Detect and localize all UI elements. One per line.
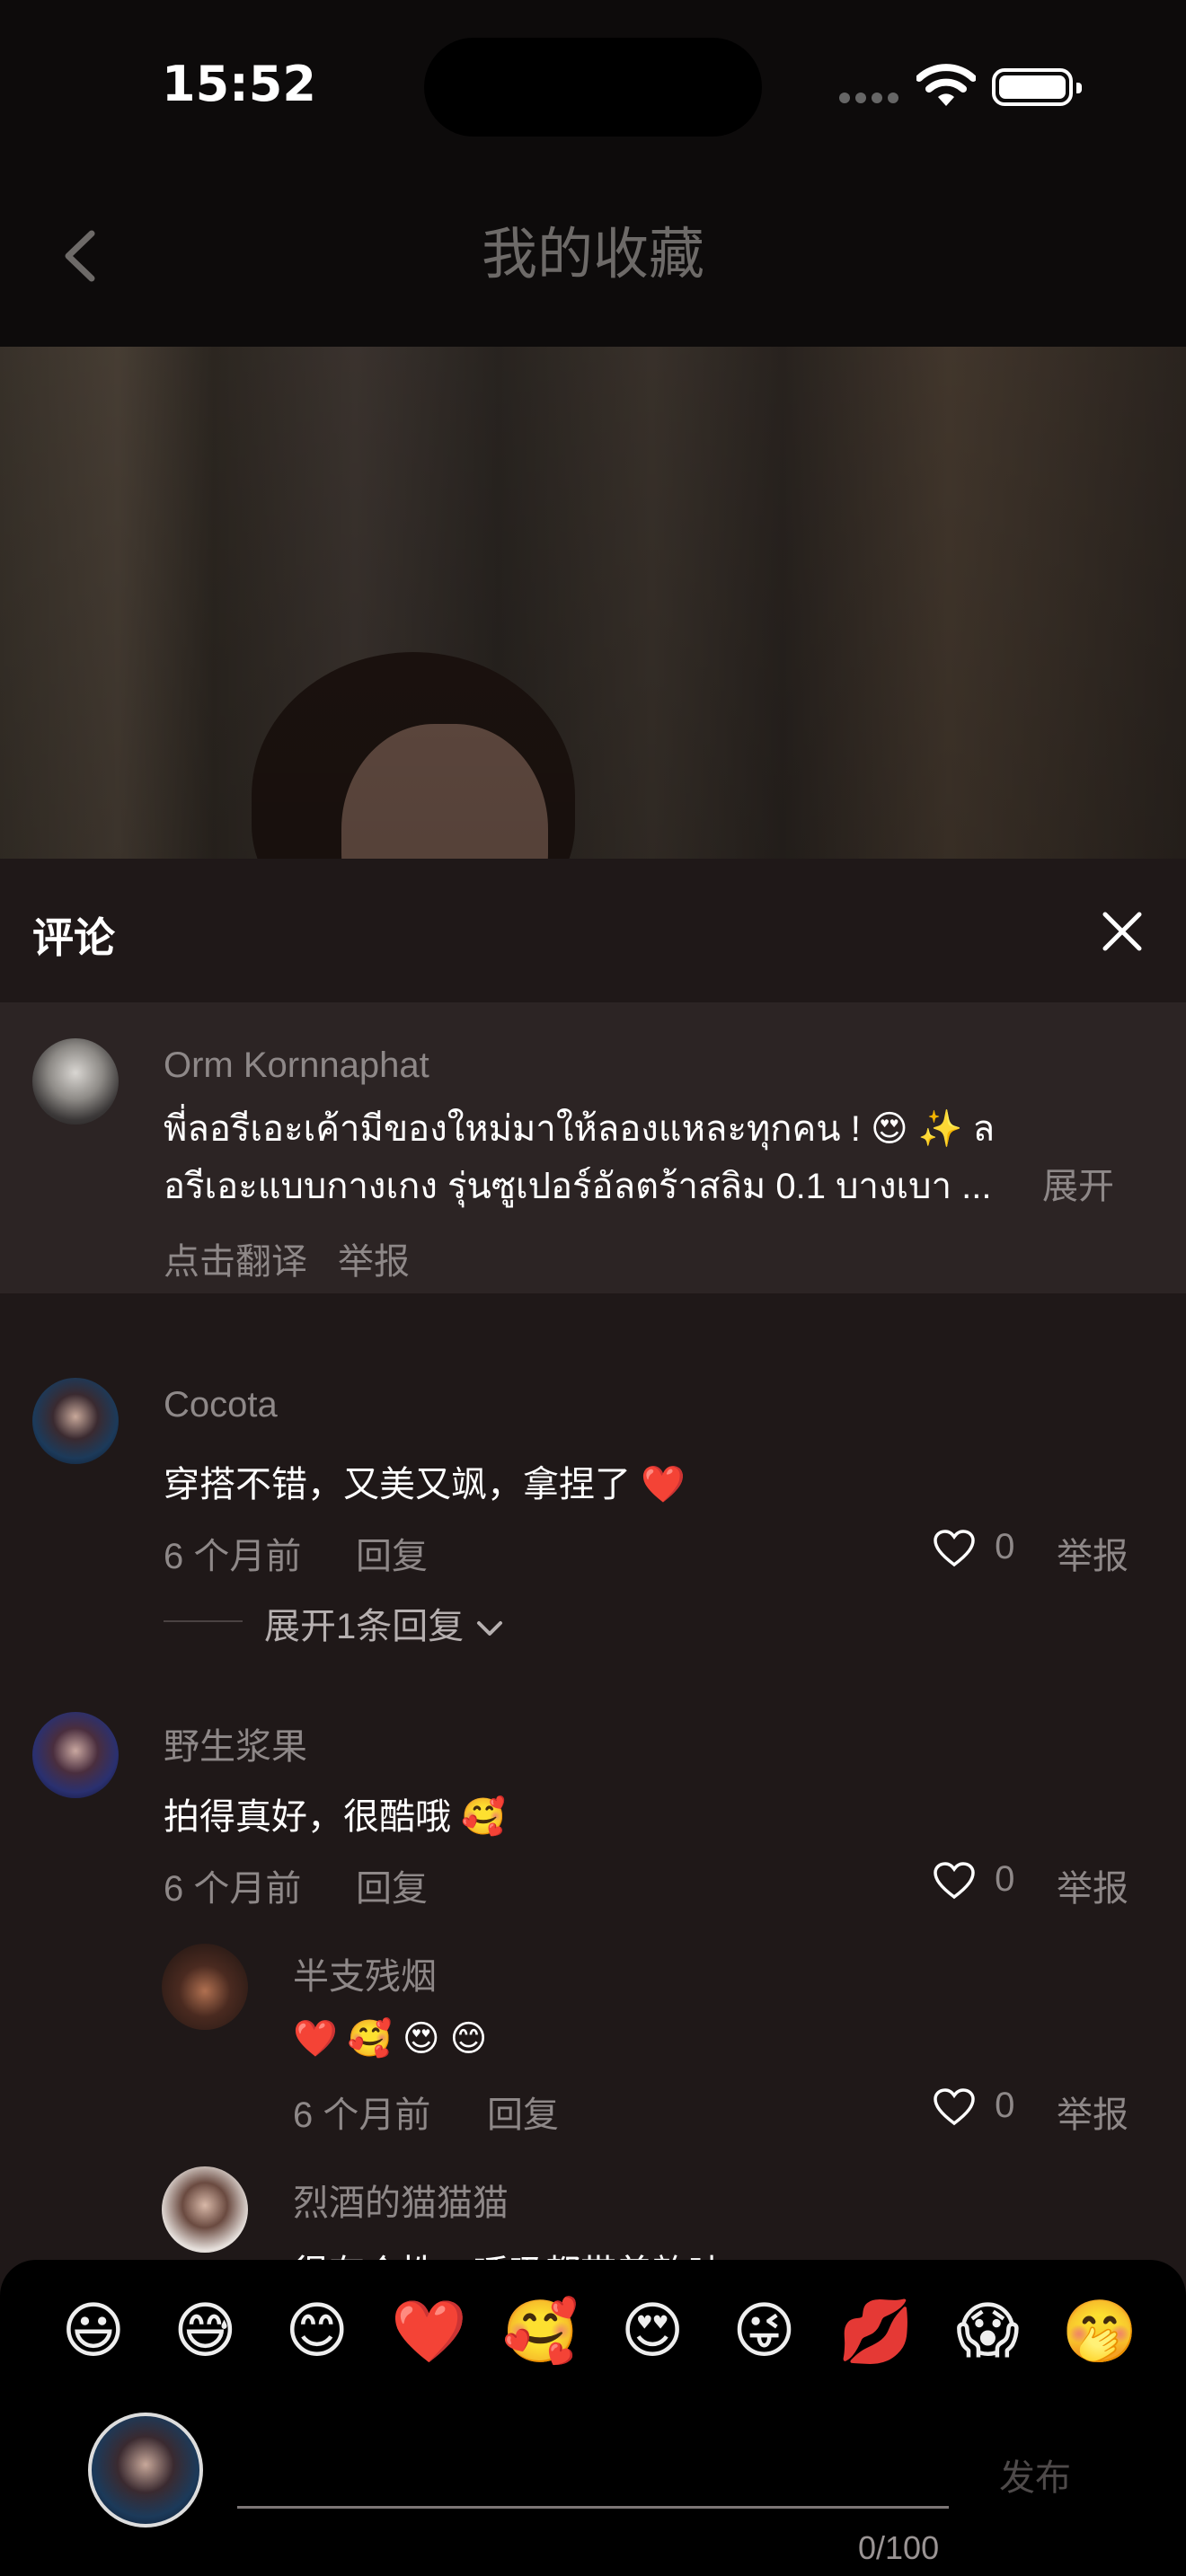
avatar[interactable] bbox=[32, 1378, 119, 1464]
emoji-button[interactable]: 🥰 bbox=[496, 2296, 586, 2368]
send-button[interactable]: 发布 bbox=[999, 2448, 1071, 2501]
emoji-button[interactable]: 😅 bbox=[160, 2296, 250, 2368]
like-count: 0 bbox=[995, 1527, 1015, 1566]
comment-author[interactable]: Cocota bbox=[164, 1385, 278, 1425]
report-button[interactable]: 举报 bbox=[1057, 2086, 1128, 2138]
battery-icon bbox=[992, 68, 1082, 106]
emoji-button[interactable]: 😍 bbox=[607, 2296, 697, 2368]
emoji-button[interactable]: 💋 bbox=[831, 2296, 921, 2368]
like-button[interactable]: 0 bbox=[933, 2086, 1014, 2127]
dynamic-island bbox=[424, 38, 762, 137]
avatar[interactable] bbox=[162, 2166, 248, 2253]
reply-button[interactable]: 回复 bbox=[356, 1527, 428, 1579]
like-button[interactable]: 0 bbox=[933, 1527, 1014, 1568]
status-time: 15:52 bbox=[162, 56, 316, 112]
close-button[interactable] bbox=[1098, 907, 1146, 956]
expand-replies-button[interactable]: 展开1条回复 bbox=[264, 1597, 506, 1649]
heart-icon bbox=[934, 1862, 975, 1900]
comment-text: 穿搭不错，又美又飒，拿捏了 ❤️ bbox=[164, 1465, 686, 1504]
emoji-button[interactable]: ❤️ bbox=[384, 2296, 474, 2368]
comment-author[interactable]: 野生浆果 bbox=[164, 1717, 307, 1769]
wifi-icon bbox=[916, 63, 977, 112]
cellular-signal-icon bbox=[839, 92, 904, 108]
heart-icon bbox=[934, 1530, 975, 1567]
reply-time: 6 个月前 bbox=[293, 2095, 431, 2135]
pinned-post: Orm Kornnaphat พี่ลอรีเอะเค้ามีของใหม่มา… bbox=[0, 1002, 1186, 1293]
status-bar: 15:52 bbox=[0, 0, 1186, 171]
comment-input[interactable] bbox=[237, 2506, 949, 2509]
chevron-down-icon bbox=[477, 1621, 503, 1636]
avatar[interactable] bbox=[162, 1944, 248, 2030]
divider bbox=[164, 1620, 243, 1622]
comment-text: 拍得真好，很酷哦 🥰 bbox=[164, 1797, 506, 1837]
report-button[interactable]: 举报 bbox=[1057, 1859, 1128, 1911]
emoji-button[interactable]: 🤭 bbox=[1055, 2296, 1145, 2368]
like-count: 0 bbox=[995, 1859, 1015, 1899]
emoji-button[interactable]: 😃 bbox=[49, 2296, 138, 2368]
emoji-bar: 😃 😅 😊 ❤️ 🥰 😍 😜 💋 😱 🤭 bbox=[49, 2296, 1145, 2368]
post-photo[interactable] bbox=[0, 347, 1186, 859]
page-title: 我的收藏 bbox=[481, 221, 704, 287]
heart-icon bbox=[934, 2088, 975, 2126]
comment-composer: 😃 😅 😊 ❤️ 🥰 😍 😜 💋 😱 🤭 发布 0/100 bbox=[0, 2260, 1186, 2576]
comment-time: 6 个月前 bbox=[164, 1869, 302, 1909]
avatar[interactable] bbox=[32, 1038, 119, 1125]
post-text-line1: พี่ลอรีเอะเค้ามีของใหม่มาให้ลองแหละทุกคน… bbox=[164, 1109, 996, 1149]
reply-author[interactable]: 烈酒的猫猫猫 bbox=[293, 2174, 509, 2226]
emoji-button[interactable]: 😜 bbox=[720, 2296, 810, 2368]
reply-button[interactable]: 回复 bbox=[356, 1859, 428, 1911]
like-button[interactable]: 0 bbox=[933, 1859, 1014, 1901]
comment-time: 6 个月前 bbox=[164, 1537, 302, 1576]
avatar[interactable] bbox=[32, 1712, 119, 1798]
reply-button[interactable]: 回复 bbox=[487, 2086, 559, 2138]
like-count: 0 bbox=[995, 2086, 1015, 2125]
expand-button[interactable]: 展开 bbox=[1042, 1157, 1114, 1209]
character-counter: 0/100 bbox=[858, 2529, 940, 2566]
post-author[interactable]: Orm Kornnaphat bbox=[164, 1045, 429, 1086]
avatar bbox=[88, 2413, 203, 2527]
translate-button[interactable]: 点击翻译 bbox=[164, 1232, 307, 1284]
post-text-line2: อรีเอะแบบกางเกง รุ่นซูเปอร์อัลตร้าสลิม 0… bbox=[164, 1167, 992, 1206]
emoji-button[interactable]: 😊 bbox=[272, 2296, 362, 2368]
comments-header: 评论 bbox=[0, 859, 1186, 1002]
reply-text: ❤️ 🥰 😍 😊 bbox=[293, 2019, 488, 2059]
comments-title: 评论 bbox=[32, 914, 115, 961]
reply-author[interactable]: 半支残烟 bbox=[293, 1947, 437, 1999]
emoji-button[interactable]: 😱 bbox=[943, 2296, 1033, 2368]
report-button[interactable]: 举报 bbox=[1057, 1527, 1128, 1579]
navigation-bar: 我的收藏 bbox=[0, 171, 1186, 347]
report-button[interactable]: 举报 bbox=[338, 1232, 410, 1284]
close-icon bbox=[1102, 912, 1142, 951]
